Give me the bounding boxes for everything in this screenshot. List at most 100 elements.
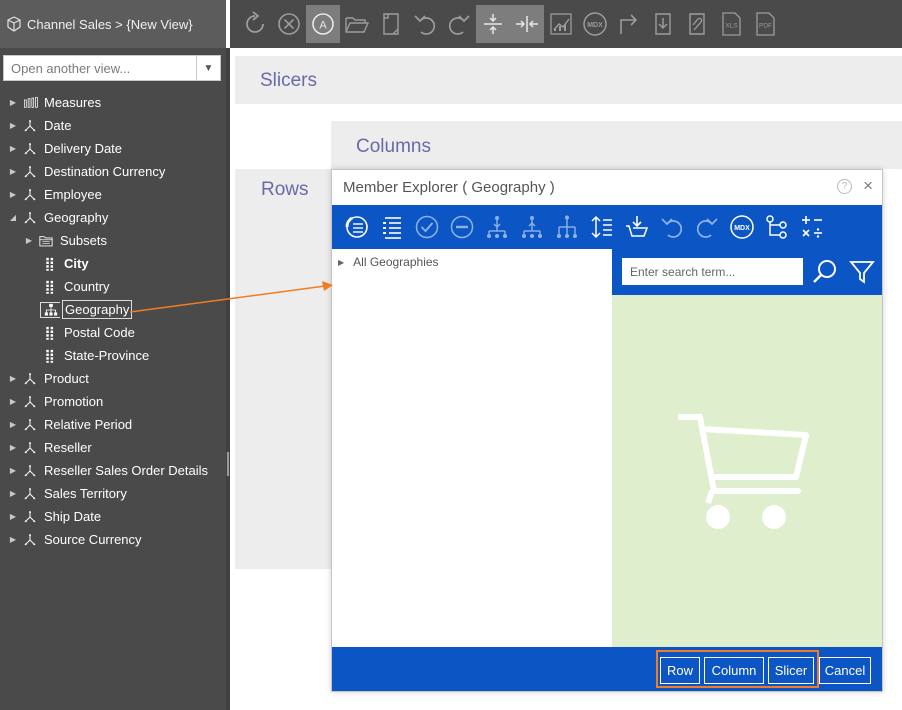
new-page-icon[interactable] bbox=[374, 5, 408, 43]
tree-node-label[interactable]: Product bbox=[42, 370, 91, 387]
expand-arrow-icon[interactable]: ▶ bbox=[6, 167, 20, 176]
slicers-dropzone[interactable]: Slicers bbox=[235, 56, 902, 104]
chevron-down-icon[interactable]: ▼ bbox=[196, 56, 220, 80]
auto-execute-icon[interactable]: A bbox=[306, 5, 340, 43]
tree-node-label[interactable]: Delivery Date bbox=[42, 140, 124, 157]
redo-icon[interactable] bbox=[442, 5, 476, 43]
tree-node-subsets[interactable]: ▶ Subsets bbox=[0, 229, 226, 252]
basket-icon[interactable] bbox=[619, 205, 654, 249]
expand-arrow-icon[interactable]: ▶ bbox=[338, 258, 344, 267]
attach-icon[interactable] bbox=[680, 5, 714, 43]
expand-arrow-icon[interactable]: ▶ bbox=[6, 98, 20, 107]
export-icon[interactable] bbox=[646, 5, 680, 43]
tree-node-label[interactable]: Destination Currency bbox=[42, 163, 167, 180]
member-tree-node[interactable]: ▶ All Geographies bbox=[338, 255, 439, 269]
level-down-icon[interactable] bbox=[479, 205, 514, 249]
tree-node-ship-date[interactable]: ▶ Ship Date bbox=[0, 505, 226, 528]
expand-arrow-icon[interactable]: ▶ bbox=[6, 489, 20, 498]
tree-node-measures[interactable]: ▶ Measures bbox=[0, 91, 226, 114]
tree-node-label[interactable]: Date bbox=[42, 117, 73, 134]
row-button[interactable]: Row bbox=[660, 657, 700, 684]
drillthrough-icon[interactable] bbox=[612, 5, 646, 43]
chart-icon[interactable] bbox=[544, 5, 578, 43]
redo-icon[interactable] bbox=[689, 205, 724, 249]
breadcrumb[interactable]: Channel Sales > {New View} bbox=[27, 17, 193, 32]
open-view-placeholder[interactable]: Open another view... bbox=[4, 61, 196, 76]
tree-node-label[interactable]: Reseller Sales Order Details bbox=[42, 462, 210, 479]
level-up-icon[interactable] bbox=[514, 205, 549, 249]
tree-node-label[interactable]: Measures bbox=[42, 94, 103, 111]
mdx-icon[interactable]: MDX bbox=[724, 205, 759, 249]
filter-icon[interactable] bbox=[848, 258, 876, 286]
tree-node-date[interactable]: ▶ Date bbox=[0, 114, 226, 137]
tree-node-geography[interactable]: Geography bbox=[0, 298, 226, 321]
mdx-icon[interactable]: MDX bbox=[578, 5, 612, 43]
tree-node-label[interactable]: Employee bbox=[42, 186, 104, 203]
tree-node-geography[interactable]: ◢ Geography bbox=[0, 206, 226, 229]
tree-node-destination-currency[interactable]: ▶ Destination Currency bbox=[0, 160, 226, 183]
tree-node-product[interactable]: ▶ Product bbox=[0, 367, 226, 390]
rows-dropzone[interactable]: Rows bbox=[235, 169, 331, 569]
expand-arrow-icon[interactable]: ▶ bbox=[6, 374, 20, 383]
tree-node-label[interactable]: Country bbox=[62, 278, 112, 295]
tree-node-label[interactable]: Geography bbox=[62, 300, 133, 319]
expand-icon[interactable] bbox=[476, 5, 510, 43]
undo-icon[interactable] bbox=[408, 5, 442, 43]
expand-arrow-icon[interactable]: ▶ bbox=[6, 397, 20, 406]
refresh-icon[interactable] bbox=[238, 5, 272, 43]
expand-arrow-icon[interactable]: ▶ bbox=[22, 236, 36, 245]
close-icon[interactable]: × bbox=[863, 176, 873, 196]
expand-arrow-icon[interactable]: ▶ bbox=[6, 144, 20, 153]
member-label[interactable]: All Geographies bbox=[353, 255, 438, 269]
tree-node-city[interactable]: City bbox=[0, 252, 226, 275]
tree-node-postal-code[interactable]: Postal Code bbox=[0, 321, 226, 344]
cancel-button[interactable]: Cancel bbox=[819, 657, 871, 684]
calculator-icon[interactable] bbox=[794, 205, 829, 249]
expand-arrow-icon[interactable]: ▶ bbox=[6, 512, 20, 521]
tree-node-delivery-date[interactable]: ▶ Delivery Date bbox=[0, 137, 226, 160]
export-xls-icon[interactable]: XLS bbox=[714, 5, 748, 43]
tree-node-state-province[interactable]: State-Province bbox=[0, 344, 226, 367]
open-view-select[interactable]: Open another view... ▼ bbox=[3, 55, 221, 81]
collapse-arrow-icon[interactable]: ◢ bbox=[6, 213, 20, 222]
slicer-button[interactable]: Slicer bbox=[768, 657, 814, 684]
show-all-icon[interactable] bbox=[339, 205, 374, 249]
tree-node-label[interactable]: Postal Code bbox=[62, 324, 137, 341]
expand-arrow-icon[interactable]: ▶ bbox=[6, 443, 20, 452]
tree-node-label[interactable]: Source Currency bbox=[42, 531, 144, 548]
tree-node-source-currency[interactable]: ▶ Source Currency bbox=[0, 528, 226, 551]
undo-icon[interactable] bbox=[654, 205, 689, 249]
dialog-title[interactable]: Member Explorer ( Geography ) bbox=[332, 170, 882, 205]
tree-node-label[interactable]: Promotion bbox=[42, 393, 105, 410]
tree-node-label[interactable]: State-Province bbox=[62, 347, 151, 364]
tree-node-label[interactable]: Relative Period bbox=[42, 416, 134, 433]
tree-node-country[interactable]: Country bbox=[0, 275, 226, 298]
open-folder-icon[interactable] bbox=[340, 5, 374, 43]
tree-node-reseller-sales-order-details[interactable]: ▶ Reseller Sales Order Details bbox=[0, 459, 226, 482]
tree-node-promotion[interactable]: ▶ Promotion bbox=[0, 390, 226, 413]
hierarchy-icon[interactable] bbox=[549, 205, 584, 249]
tree-node-relative-period[interactable]: ▶ Relative Period bbox=[0, 413, 226, 436]
cancel-query-icon[interactable] bbox=[272, 5, 306, 43]
sort-icon[interactable] bbox=[584, 205, 619, 249]
help-icon[interactable]: ? bbox=[837, 179, 852, 194]
select-all-icon[interactable] bbox=[409, 205, 444, 249]
tree-node-sales-territory[interactable]: ▶ Sales Territory bbox=[0, 482, 226, 505]
tree-node-label[interactable]: City bbox=[62, 255, 91, 272]
expand-arrow-icon[interactable]: ▶ bbox=[6, 535, 20, 544]
search-input[interactable] bbox=[622, 258, 803, 285]
export-pdf-icon[interactable]: PDF bbox=[748, 5, 782, 43]
splitter-grip[interactable] bbox=[227, 452, 229, 476]
expand-arrow-icon[interactable]: ▶ bbox=[6, 466, 20, 475]
expand-arrow-icon[interactable]: ▶ bbox=[6, 190, 20, 199]
tree-node-reseller[interactable]: ▶ Reseller bbox=[0, 436, 226, 459]
structure-icon[interactable] bbox=[759, 205, 794, 249]
tree-node-label[interactable]: Subsets bbox=[58, 232, 109, 249]
tree-node-label[interactable]: Reseller bbox=[42, 439, 94, 456]
columns-dropzone[interactable]: Columns bbox=[331, 121, 902, 169]
deselect-icon[interactable] bbox=[444, 205, 479, 249]
column-button[interactable]: Column bbox=[704, 657, 764, 684]
tree-node-label[interactable]: Ship Date bbox=[42, 508, 103, 525]
search-icon[interactable] bbox=[811, 258, 839, 286]
list-icon[interactable] bbox=[374, 205, 409, 249]
